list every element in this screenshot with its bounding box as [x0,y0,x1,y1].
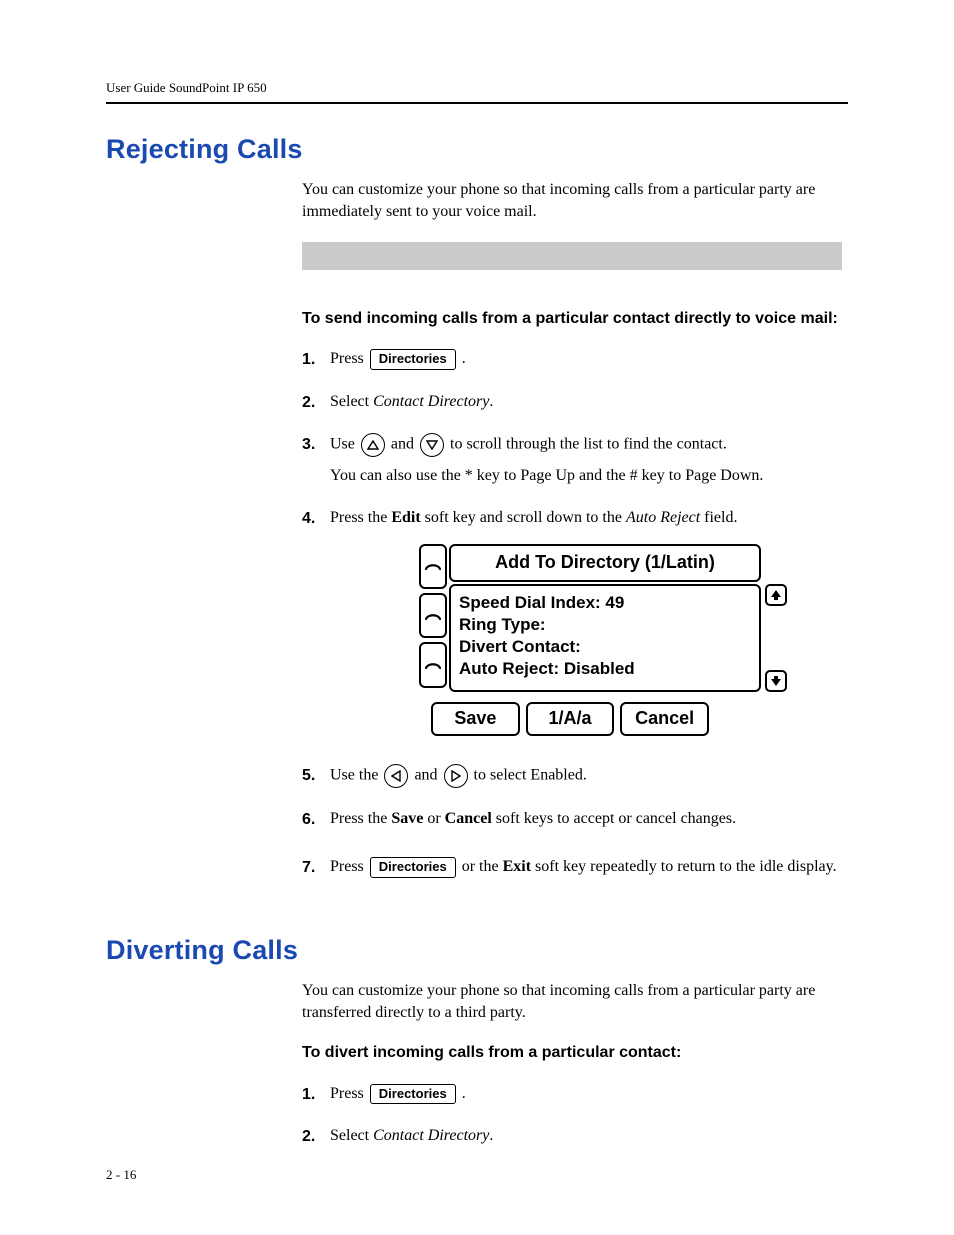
dstep1-after: . [462,1085,466,1102]
line-key-icon [419,642,447,687]
step-num: 3. [302,433,330,456]
dstep2-before: Select [330,1127,373,1144]
step-5: 5. Use the and to select Enabled. [302,764,842,796]
step2-before: Select [330,393,373,410]
step-2: 2. Select Contact Directory. [302,391,842,421]
step7-d: soft key repeatedly to return to the idl… [535,858,837,875]
step2-ital: Contact Directory [373,393,489,410]
scroll-up-icon [765,584,787,606]
screen-line: Auto Reject: Disabled [459,658,751,680]
step-2: 2. Select Contact Directory. [302,1125,842,1155]
step1-after: . [462,350,466,367]
dstep1-before: Press [330,1085,368,1102]
step-3: 3. Use and to scroll through the list to… [302,433,842,495]
line-key-icon [419,593,447,638]
right-arrow-key [444,764,468,788]
step-num: 6. [302,808,330,831]
reject-intro: You can customize your phone so that inc… [302,179,842,224]
step4-edit: Edit [391,509,420,526]
screen-line: Ring Type: [459,614,751,636]
screen-scroll [765,584,789,692]
page: User Guide SoundPoint IP 650 Rejecting C… [0,0,954,1235]
step-num: 1. [302,1083,330,1106]
step5-after: to select Enabled. [474,766,587,783]
step-num: 7. [302,856,330,879]
phone-screen-figure: Add To Directory (1/Latin) Speed Dial In… [366,544,842,736]
line-key-icon [419,544,447,589]
heading-diverting-calls: Diverting Calls [106,935,848,966]
step-num: 5. [302,764,330,787]
step-num: 1. [302,348,330,371]
step6-a: Press the [330,810,391,827]
step6-cancel: Cancel [445,810,492,827]
step5-mid: and [414,766,441,783]
step3-mid: and [391,436,418,453]
phone-screen: Add To Directory (1/Latin) Speed Dial In… [419,544,789,736]
step-num: 2. [302,391,330,414]
running-head: User Guide SoundPoint IP 650 [106,80,848,96]
screen-line: Speed Dial Index: 49 [459,592,751,614]
step4-a: Press the [330,509,391,526]
note-bar [302,242,842,270]
step-6: 6. Press the Save or Cancel soft keys to… [302,808,842,838]
step4-c: soft key and scroll down to the [425,509,626,526]
step-4: 4. Press the Edit soft key and scroll do… [302,507,842,751]
softkey-cancel: Cancel [620,702,709,736]
screen-content: Speed Dial Index: 49 Ring Type: Divert C… [449,584,761,692]
step-7: 7. Press Directories or the Exit soft ke… [302,856,842,886]
reject-steps: 1. Press Directories . 2. Select Contact… [302,348,842,886]
step2-after: . [489,393,493,410]
step3-after: to scroll through the list to find the c… [450,436,727,453]
divert-steps: 1. Press Directories . 2. Select [302,1083,842,1156]
step-1: 1. Press Directories . [302,348,842,378]
section-rejecting-body: You can customize your phone so that inc… [302,179,842,887]
step6-save: Save [391,810,423,827]
step3-before: Use [330,436,359,453]
page-number: 2 - 16 [106,1167,136,1183]
section-diverting-body: You can customize your phone so that inc… [302,980,842,1156]
step6-c: or [427,810,444,827]
step7-exit: Exit [503,858,531,875]
directories-key: Directories [370,1084,456,1105]
reject-lead: To send incoming calls from a particular… [302,308,842,330]
scroll-down-icon [765,670,787,692]
step7-b: or the [462,858,503,875]
up-arrow-key [361,433,385,457]
section-diverting: Diverting Calls You can customize your p… [106,935,848,1156]
step-1: 1. Press Directories . [302,1083,842,1113]
left-arrow-key [384,764,408,788]
step4-e: field. [704,509,737,526]
divert-lead: To divert incoming calls from a particul… [302,1042,842,1064]
step-num: 2. [302,1125,330,1148]
screen-title: Add To Directory (1/Latin) [449,544,761,582]
screen-line: Divert Contact: [459,636,751,658]
dstep2-ital: Contact Directory [373,1127,489,1144]
heading-rejecting-calls: Rejecting Calls [106,134,848,165]
screen-softkeys: Save 1/A/a Cancel [431,702,709,736]
step4-autoreject: Auto Reject [626,509,700,526]
directories-key: Directories [370,349,456,370]
down-arrow-key [420,433,444,457]
directories-key: Directories [370,857,456,878]
header-rule [106,102,848,104]
step5-before: Use the [330,766,382,783]
dstep2-after: . [489,1127,493,1144]
step1-before: Press [330,350,368,367]
step6-e: soft keys to accept or cancel changes. [496,810,736,827]
divert-intro: You can customize your phone so that inc… [302,980,842,1025]
step-num: 4. [302,507,330,530]
step3-sub: You can also use the * key to Page Up an… [330,465,842,487]
softkey-mode: 1/A/a [526,702,615,736]
softkey-save: Save [431,702,520,736]
screen-sidebar [419,544,447,692]
step7-a: Press [330,858,368,875]
